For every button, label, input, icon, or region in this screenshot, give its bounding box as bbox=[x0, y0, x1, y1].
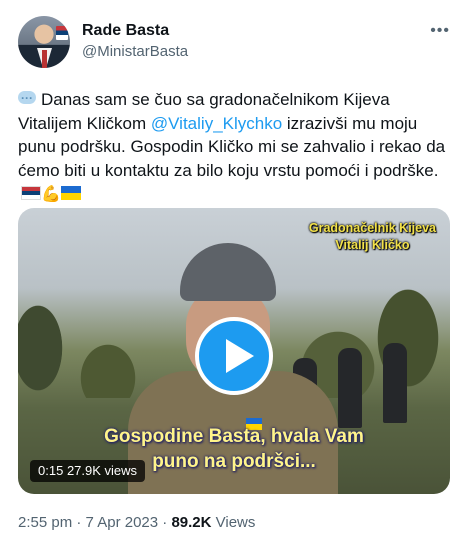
video-person-beanie bbox=[180, 243, 276, 301]
avatar-tie bbox=[42, 50, 47, 68]
tweet-date[interactable]: 7 Apr 2023 bbox=[86, 514, 159, 531]
video-caption-line-2: Vitalij Kličko bbox=[335, 238, 410, 252]
video-soldier-figure bbox=[383, 343, 407, 423]
avatar-flag-icon bbox=[56, 26, 68, 40]
video-player[interactable]: Gradonačelnik Kijeva Vitalij Kličko Gosp… bbox=[18, 208, 450, 494]
play-icon[interactable] bbox=[195, 317, 273, 395]
video-duration-views-badge: 0:15 27.9K views bbox=[30, 460, 146, 482]
flexed-biceps-emoji: 💪 bbox=[41, 186, 61, 203]
author-handle[interactable]: @MinistarBasta bbox=[82, 43, 188, 60]
video-duration: 0:15 bbox=[38, 463, 64, 478]
more-horizontal-icon[interactable]: ••• bbox=[430, 22, 450, 40]
video-soldier-figure bbox=[338, 348, 362, 428]
tweet-header: Rade Basta @MinistarBasta ••• bbox=[18, 16, 450, 68]
mention-link[interactable]: @Vitaliy_Klychko bbox=[151, 114, 282, 133]
video-subtitle-line-1: Gospodine Basta, hvala Vam bbox=[104, 426, 364, 447]
speech-bubble-emoji bbox=[18, 87, 36, 111]
tweet-text: Danas sam se čuo sa gradonačelnikom Kije… bbox=[18, 87, 448, 207]
avatar[interactable] bbox=[18, 16, 70, 68]
meta-separator: · bbox=[72, 514, 86, 531]
tweet-views-label: Views bbox=[211, 514, 256, 531]
video-views: 27.9K views bbox=[66, 463, 138, 478]
meta-separator: · bbox=[158, 514, 172, 531]
video-caption-line-1: Gradonačelnik Kijeva bbox=[308, 221, 436, 235]
tweet-views-count[interactable]: 89.2K bbox=[171, 514, 211, 531]
tweet-meta: 2:55 pm · 7 Apr 2023 · 89.2K Views bbox=[18, 514, 255, 531]
tweet-time[interactable]: 2:55 pm bbox=[18, 514, 72, 531]
author-name[interactable]: Rade Basta bbox=[82, 22, 169, 40]
video-caption-top: Gradonačelnik Kijeva Vitalij Kličko bbox=[309, 220, 436, 254]
ukraine-flag-emoji bbox=[61, 186, 81, 200]
serbia-flag-emoji bbox=[21, 186, 41, 200]
